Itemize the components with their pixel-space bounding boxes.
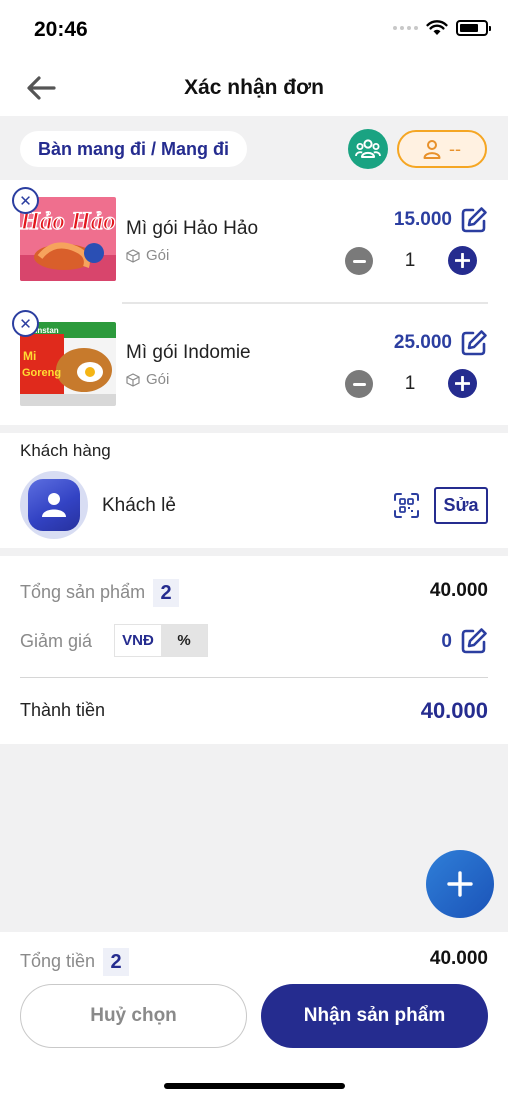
svg-text:Hảo Hảo: Hảo Hảo (20, 208, 116, 235)
increase-qty-button[interactable] (448, 369, 477, 398)
cancel-button[interactable]: Huỷ chọn (20, 984, 247, 1048)
total-products-row: Tổng sản phẩm 2 (20, 579, 180, 607)
svg-text:Goreng: Goreng (22, 367, 61, 379)
home-indicator (164, 1083, 345, 1089)
edit-price-icon[interactable] (460, 206, 488, 234)
total-products-value: 40.000 (429, 580, 488, 601)
nav-bar: Xác nhận đơn (0, 60, 508, 116)
product-name: Mì gói Indomie (126, 342, 251, 363)
footer-total-value: 40.000 (429, 948, 488, 969)
user-avatar-icon (28, 479, 80, 531)
table-bar: Bàn mang đi / Mang đi -- (0, 116, 508, 180)
status-bar: 20:46 (0, 0, 508, 60)
product-price: 15.000 (393, 209, 452, 230)
product-name: Mì gói Hảo Hảo (126, 218, 259, 239)
total-products-label: Tổng sản phẩm (20, 581, 146, 602)
product-unit: Gói (126, 371, 169, 388)
add-product-fab[interactable] (426, 850, 494, 918)
edit-customer-button[interactable]: Sửa (434, 487, 488, 524)
confirm-button[interactable]: Nhận sản phẩm (261, 984, 488, 1048)
customer-section: Khách hàng Khách lẻ Sửa (0, 433, 508, 548)
edit-discount-icon[interactable] (460, 627, 488, 655)
quantity-value: 1 (404, 373, 416, 394)
order-summary: Tổng sản phẩm 2 40.000 Giảm giá VNĐ % 0 T… (0, 556, 508, 744)
discount-unit-percent[interactable]: % (161, 625, 207, 656)
grand-total-label: Thành tiền (20, 700, 106, 720)
discount-unit-toggle: VNĐ % (114, 624, 208, 657)
product-item: ✕ Hảo Hảo Mì gói Hảo Hảo Gói 15.000 1 (0, 180, 508, 304)
discount-value: 0 (441, 631, 452, 652)
decrease-qty-button[interactable] (345, 370, 373, 398)
product-item: ✕ Mi Instan Mi Goreng Mì gói Indomie Gói… (0, 304, 508, 427)
user-icon (423, 140, 441, 159)
footer-bar: Tổng tiền 2 40.000 Huỷ chọn Nhận sản phẩm (0, 932, 508, 1101)
product-image-indomie: Mi Instan Mi Goreng (20, 322, 116, 406)
plus-icon (455, 376, 470, 391)
total-products-count: 2 (153, 579, 180, 607)
plus-icon (455, 253, 470, 268)
footer-total-row: Tổng tiền 2 (20, 948, 130, 976)
customer-group-button[interactable] (348, 129, 388, 169)
page-title: Xác nhận đơn (184, 76, 324, 99)
product-unit: Gói (126, 247, 169, 264)
footer-total-label: Tổng tiền (20, 950, 96, 971)
status-time: 20:46 (34, 18, 88, 41)
users-group-icon (355, 139, 381, 158)
remove-item-button[interactable]: ✕ (12, 310, 39, 337)
customer-name: Khách lẻ (102, 495, 176, 516)
edit-price-icon[interactable] (460, 329, 488, 357)
product-list: ✕ Hảo Hảo Mì gói Hảo Hảo Gói 15.000 1 ✕ … (0, 180, 508, 425)
product-price: 25.000 (393, 332, 452, 353)
remove-item-button[interactable]: ✕ (12, 187, 39, 214)
quantity-value: 1 (404, 250, 416, 271)
discount-label: Giảm giá (20, 631, 93, 651)
battery-icon (456, 20, 491, 36)
discount-unit-vnd[interactable]: VNĐ (115, 625, 161, 656)
staff-selector[interactable]: -- (397, 130, 487, 168)
table-selector[interactable]: Bàn mang đi / Mang đi (20, 131, 248, 167)
customer-heading: Khách hàng (20, 441, 111, 460)
svg-text:Mi: Mi (23, 349, 36, 363)
box-icon (126, 248, 140, 263)
wifi-icon (426, 20, 448, 35)
summary-divider (20, 677, 488, 678)
plus-icon (447, 871, 473, 897)
avatar (20, 471, 88, 539)
decrease-qty-button[interactable] (345, 247, 373, 275)
box-icon (126, 372, 140, 387)
status-icons (393, 20, 491, 36)
increase-qty-button[interactable] (448, 246, 477, 275)
staff-label: -- (449, 138, 461, 159)
footer-total-count: 2 (103, 948, 130, 976)
qr-scan-icon[interactable] (393, 492, 420, 519)
grand-total-value: 40.000 (420, 698, 488, 723)
signal-icon (393, 26, 418, 30)
